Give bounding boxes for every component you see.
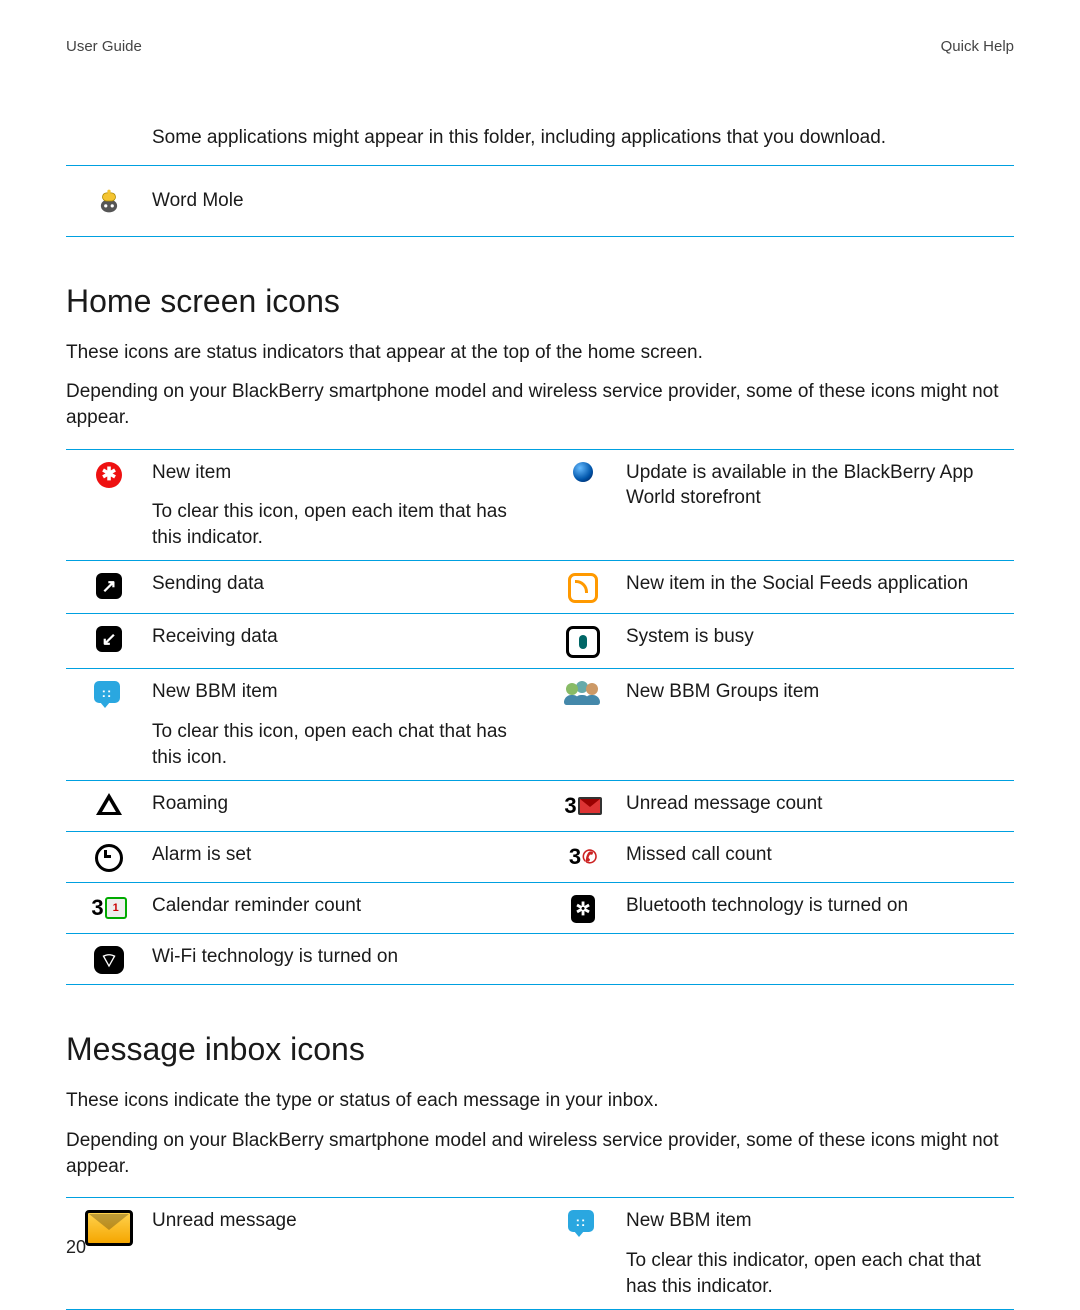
bbm-item-sub: To clear this icon, open each chat that … <box>152 719 520 770</box>
missed-call-label: Missed call count <box>626 842 994 868</box>
new-item-sub: To clear this icon, open each item that … <box>152 499 520 550</box>
sending-data-icon: ↗ <box>66 571 152 599</box>
bluetooth-label: Bluetooth technology is turned on <box>626 893 994 919</box>
missed-call-number: 3 <box>569 844 581 870</box>
system-busy-icon <box>540 624 626 658</box>
unread-count-icon: 3 <box>540 791 626 819</box>
message-inbox-icons-table: Unread message :: New BBM item To clear … <box>66 1197 1014 1310</box>
table-row: Unread message :: New BBM item To clear … <box>66 1198 1014 1309</box>
inbox-bbm-label: New BBM item <box>626 1208 994 1234</box>
table-row: Alarm is set 3✆ Missed call count <box>66 831 1014 882</box>
home-screen-icons-table: ✱ New item To clear this icon, open each… <box>66 449 1014 986</box>
new-item-label: New item <box>152 460 520 486</box>
social-feeds-icon <box>540 571 626 603</box>
app-world-label: Update is available in the BlackBerry Ap… <box>626 460 994 511</box>
calendar-count-label: Calendar reminder count <box>152 893 520 919</box>
unread-count-number: 3 <box>564 793 576 819</box>
alarm-icon <box>66 842 152 872</box>
roaming-label: Roaming <box>152 791 520 817</box>
header-bar: User Guide Quick Help <box>66 38 1014 55</box>
home-screen-icons-p1: These icons are status indicators that a… <box>66 340 1014 366</box>
inbox-bbm-icon: :: <box>540 1208 626 1240</box>
header-right: Quick Help <box>941 38 1014 55</box>
calendar-count-number: 3 <box>91 895 103 921</box>
calendar-day-number: 1 <box>105 897 127 919</box>
bbm-groups-icon <box>540 679 626 707</box>
bbm-item-icon: :: <box>66 679 152 711</box>
roaming-icon <box>66 791 152 815</box>
bluetooth-icon: ✲ <box>540 893 626 923</box>
unread-message-label: Unread message <box>152 1208 520 1234</box>
word-mole-icon <box>66 186 152 216</box>
word-mole-label: Word Mole <box>152 190 244 212</box>
header-left: User Guide <box>66 38 142 55</box>
message-inbox-icons-p1: These icons indicate the type or status … <box>66 1088 1014 1114</box>
receiving-data-label: Receiving data <box>152 624 520 650</box>
message-inbox-icons-p2: Depending on your BlackBerry smartphone … <box>66 1128 1014 1179</box>
table-row: :: New BBM item To clear this icon, open… <box>66 668 1014 780</box>
system-busy-label: System is busy <box>626 624 994 650</box>
intro-note: Some applications might appear in this f… <box>152 125 1014 151</box>
message-inbox-icons-heading: Message inbox icons <box>66 1031 1014 1068</box>
receiving-data-icon: ↙ <box>66 624 152 652</box>
missed-call-icon: 3✆ <box>540 842 626 870</box>
table-row: ⌔ Wi-Fi technology is turned on <box>66 933 1014 984</box>
unread-count-label: Unread message count <box>626 791 994 817</box>
table-row: Roaming 3 Unread message count <box>66 780 1014 831</box>
home-screen-icons-heading: Home screen icons <box>66 283 1014 320</box>
wifi-icon: ⌔ <box>66 944 152 974</box>
table-row: ↗ Sending data New item in the Social Fe… <box>66 560 1014 613</box>
sending-data-label: Sending data <box>152 571 520 597</box>
app-world-icon <box>540 460 626 482</box>
page-number: 20 <box>66 1237 86 1258</box>
word-mole-row: Word Mole <box>66 165 1014 237</box>
bbm-groups-label: New BBM Groups item <box>626 679 994 705</box>
new-item-icon: ✱ <box>66 460 152 488</box>
table-row: ↙ Receiving data System is busy <box>66 613 1014 668</box>
table-row: ✱ New item To clear this icon, open each… <box>66 450 1014 561</box>
alarm-label: Alarm is set <box>152 842 520 868</box>
bbm-item-label: New BBM item <box>152 679 520 705</box>
table-row: 31 Calendar reminder count ✲ Bluetooth t… <box>66 882 1014 933</box>
wifi-label: Wi-Fi technology is turned on <box>152 944 520 970</box>
social-feeds-label: New item in the Social Feeds application <box>626 571 994 597</box>
page: User Guide Quick Help Some applications … <box>0 0 1080 1310</box>
calendar-count-icon: 31 <box>66 893 152 921</box>
inbox-bbm-sub: To clear this indicator, open each chat … <box>626 1248 994 1299</box>
home-screen-icons-p2: Depending on your BlackBerry smartphone … <box>66 379 1014 430</box>
